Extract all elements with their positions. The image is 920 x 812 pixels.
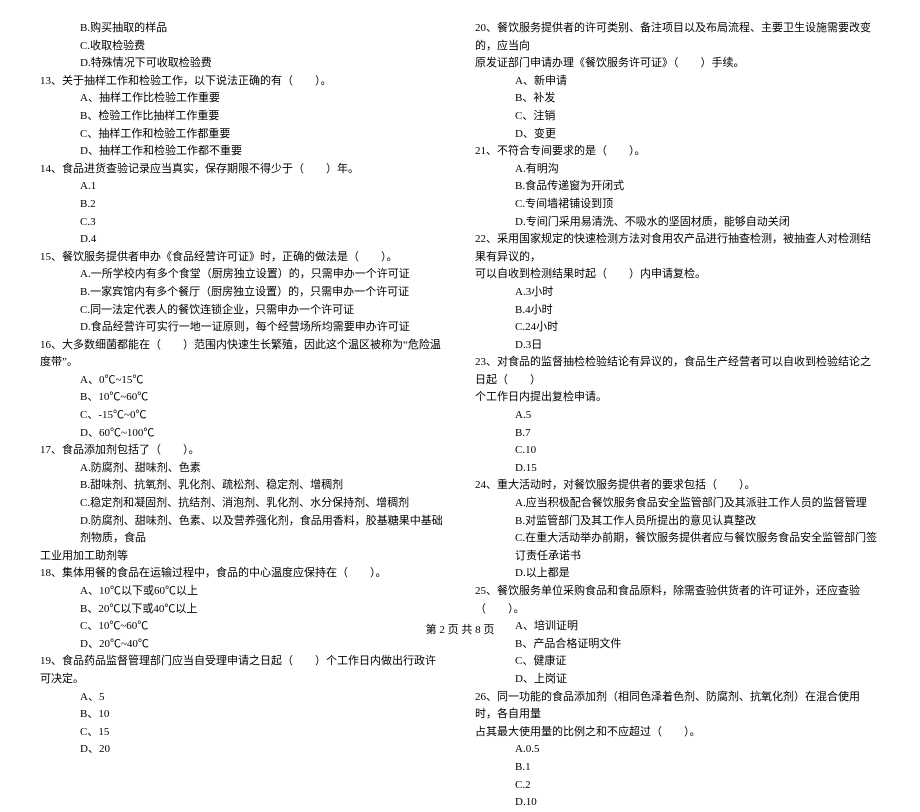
left-line: C、15 (40, 724, 445, 742)
right-line: A.应当积极配合餐饮服务食品安全监管部门及其派驻工作人员的监督管理 (475, 495, 880, 513)
right-line: D.专间门采用易清洗、不吸水的坚固材质，能够自动关闭 (475, 214, 880, 232)
left-line: A、10℃以下或60℃以上 (40, 583, 445, 601)
content-columns: B.购买抽取的样品C.收取检验费D.特殊情况下可收取检验费13、关于抽样工作和检… (40, 20, 880, 812)
left-line: A.一所学校内有多个食堂（厨房独立设置）的，只需申办一个许可证 (40, 266, 445, 284)
left-line: B.甜味剂、抗氧剂、乳化剂、疏松剂、稳定剂、增稠剂 (40, 477, 445, 495)
right-line: C.2 (475, 777, 880, 795)
left-line: 13、关于抽样工作和检验工作，以下说法正确的有（ ）。 (40, 73, 445, 91)
right-line: A.3小时 (475, 284, 880, 302)
left-line: 工业用加工助剂等 (40, 548, 445, 566)
left-line: B.2 (40, 196, 445, 214)
left-line: C.同一法定代表人的餐饮连锁企业，只需申办一个许可证 (40, 302, 445, 320)
right-line: B.7 (475, 425, 880, 443)
left-line: 18、集体用餐的食品在运输过程中，食品的中心温度应保持在（ ）。 (40, 565, 445, 583)
right-line: D.3日 (475, 337, 880, 355)
right-line: B.对监管部门及其工作人员所提出的意见认真整改 (475, 513, 880, 531)
left-line: D、20 (40, 741, 445, 759)
right-line: 22、采用国家规定的快速检测方法对食用农产品进行抽查检测，被抽查人对检测结果有异… (475, 231, 880, 266)
left-line: 17、食品添加剂包括了（ ）。 (40, 442, 445, 460)
left-line: A.防腐剂、甜味剂、色素 (40, 460, 445, 478)
right-line: C.10 (475, 442, 880, 460)
left-line: 15、餐饮服务提供者申办《食品经营许可证》时，正确的做法是（ ）。 (40, 249, 445, 267)
right-line: 21、不符合专间要求的是（ ）。 (475, 143, 880, 161)
left-line: D.特殊情况下可收取检验费 (40, 55, 445, 73)
right-line: 原发证部门申请办理《餐饮服务许可证》（ ）手续。 (475, 55, 880, 73)
right-line: 25、餐饮服务单位采购食品和食品原料，除需查验供货者的许可证外，还应查验（ ）。 (475, 583, 880, 618)
right-line: C、注销 (475, 108, 880, 126)
left-line: B、检验工作比抽样工作重要 (40, 108, 445, 126)
right-line: B.食品传递窗为开闭式 (475, 178, 880, 196)
left-line: C.3 (40, 214, 445, 232)
right-line: B.1 (475, 759, 880, 777)
left-line: A、0℃~15℃ (40, 372, 445, 390)
right-line: C.专间墙裙铺设到顶 (475, 196, 880, 214)
left-line: B、10℃~60℃ (40, 389, 445, 407)
left-line: B.一家宾馆内有多个餐厅（厨房独立设置）的，只需申办一个许可证 (40, 284, 445, 302)
right-line: 个工作日内提出复检申请。 (475, 389, 880, 407)
left-line: D、60℃~100℃ (40, 425, 445, 443)
left-line: D.防腐剂、甜味剂、色素、以及营养强化剂，食品用香料，胶基糖果中基础剂物质，食品 (40, 513, 445, 548)
left-line: A.1 (40, 178, 445, 196)
right-line: A.5 (475, 407, 880, 425)
left-line: A、5 (40, 689, 445, 707)
right-line: A.0.5 (475, 741, 880, 759)
left-column: B.购买抽取的样品C.收取检验费D.特殊情况下可收取检验费13、关于抽样工作和检… (40, 20, 445, 812)
left-line: D、抽样工作和检验工作都不重要 (40, 143, 445, 161)
right-line: D.15 (475, 460, 880, 478)
right-line: C.在重大活动举办前期，餐饮服务提供者应与餐饮服务食品安全监管部门签订责任承诺书 (475, 530, 880, 565)
right-line: D、上岗证 (475, 671, 880, 689)
right-line: B、补发 (475, 90, 880, 108)
left-line: A、抽样工作比检验工作重要 (40, 90, 445, 108)
right-line: 20、餐饮服务提供者的许可类别、备注项目以及布局流程、主要卫生设施需要改变的，应… (475, 20, 880, 55)
right-column: 20、餐饮服务提供者的许可类别、备注项目以及布局流程、主要卫生设施需要改变的，应… (475, 20, 880, 812)
left-line: D.4 (40, 231, 445, 249)
left-line: C.稳定剂和凝固剂、抗结剂、消泡剂、乳化剂、水分保持剂、增稠剂 (40, 495, 445, 513)
left-line: D.食品经营许可实行一地一证原则，每个经营场所均需要申办许可证 (40, 319, 445, 337)
right-line: D、变更 (475, 126, 880, 144)
left-line: 19、食品药品监督管理部门应当自受理申请之日起（ ）个工作日内做出行政许可决定。 (40, 653, 445, 688)
right-line: D.以上都是 (475, 565, 880, 583)
right-line: A、新申请 (475, 73, 880, 91)
right-line: 26、同一功能的食品添加剂（相同色泽着色剂、防腐剂、抗氧化剂）在混合使用时，各自… (475, 689, 880, 724)
right-line: 占其最大使用量的比例之和不应超过（ ）。 (475, 724, 880, 742)
left-line: B、10 (40, 706, 445, 724)
left-line: B.购买抽取的样品 (40, 20, 445, 38)
right-line: C、健康证 (475, 653, 880, 671)
left-line: C、抽样工作和检验工作都重要 (40, 126, 445, 144)
left-line: 16、大多数细菌都能在（ ）范围内快速生长繁殖，因此这个温区被称为“危险温度带”… (40, 337, 445, 372)
right-line: 可以自收到检测结果时起（ ）内申请复检。 (475, 266, 880, 284)
left-line: B、20℃以下或40℃以上 (40, 601, 445, 619)
right-line: A.有明沟 (475, 161, 880, 179)
right-line: D.10 (475, 794, 880, 812)
left-line: C、-15℃~0℃ (40, 407, 445, 425)
left-line: 14、食品进货查验记录应当真实，保存期限不得少于（ ）年。 (40, 161, 445, 179)
page-footer: 第 2 页 共 8 页 (0, 622, 920, 640)
right-line: 23、对食品的监督抽检检验结论有异议的，食品生产经营者可以自收到检验结论之日起（… (475, 354, 880, 389)
left-line: C.收取检验费 (40, 38, 445, 56)
right-line: C.24小时 (475, 319, 880, 337)
right-line: B.4小时 (475, 302, 880, 320)
right-line: 24、重大活动时，对餐饮服务提供者的要求包括（ ）。 (475, 477, 880, 495)
